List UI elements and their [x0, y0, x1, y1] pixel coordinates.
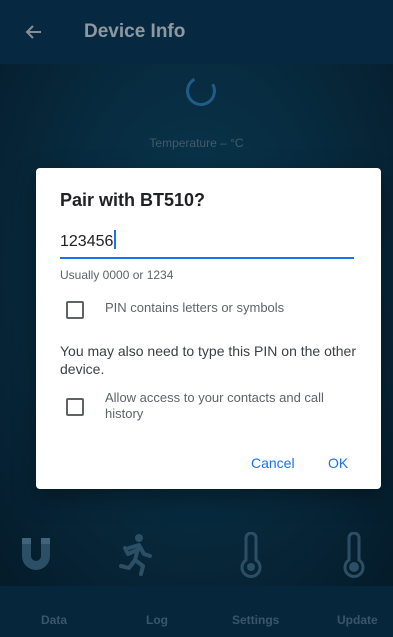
contacts-access-label: Allow access to your contacts and call h…: [105, 390, 324, 421]
contacts-access-checkbox[interactable]: [66, 398, 84, 416]
ok-button[interactable]: OK: [328, 455, 348, 471]
pin-value: 123456: [60, 233, 114, 250]
pin-info-text: You may also need to type this PIN on th…: [60, 343, 357, 377]
pin-input[interactable]: 123456: [60, 229, 354, 259]
pin-letters-checkbox[interactable]: [66, 301, 84, 319]
pin-hint: Usually 0000 or 1234: [60, 268, 174, 282]
text-cursor: [114, 230, 117, 249]
pin-letters-label: PIN contains letters or symbols: [105, 300, 285, 315]
pairing-dialog: Pair with BT510? 123456 Usually 0000 or …: [36, 168, 381, 489]
dialog-title: Pair with BT510?: [60, 190, 206, 210]
cancel-button[interactable]: Cancel: [251, 455, 295, 471]
